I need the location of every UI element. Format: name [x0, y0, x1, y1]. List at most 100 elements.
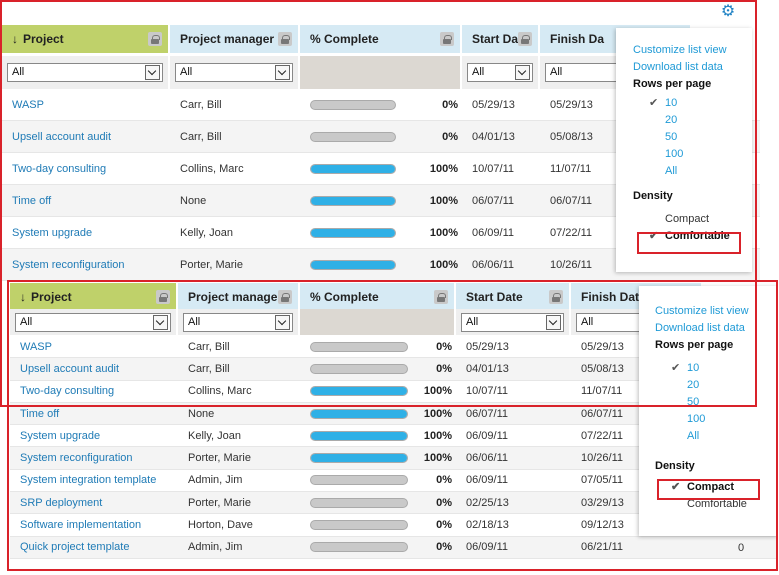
project-manager: Kelly, Joan: [180, 226, 233, 239]
rows-option-20[interactable]: 20: [655, 377, 778, 394]
project-name-link[interactable]: Upsell account audit: [2, 121, 170, 152]
column-header-manager[interactable]: Project manager: [178, 283, 298, 310]
column-header-label: % Complete: [310, 289, 379, 304]
chevron-down-icon[interactable]: [546, 314, 561, 330]
percent-complete: 100%: [300, 381, 456, 402]
lock-icon[interactable]: [148, 32, 162, 46]
percent-complete: 100%: [300, 447, 456, 468]
project-name-link[interactable]: Two-day consulting: [10, 381, 178, 402]
project-name-link[interactable]: Two-day consulting: [2, 153, 170, 184]
project-name-link[interactable]: Quick project template: [10, 537, 178, 558]
filter-row: All All All All: [2, 56, 692, 89]
project-name-link[interactable]: SRP deployment: [10, 492, 178, 513]
chevron-down-icon[interactable]: [275, 314, 290, 330]
filter-value: All: [20, 315, 33, 328]
project-name-link[interactable]: System reconfiguration: [10, 447, 178, 468]
filter-manager-select[interactable]: All: [183, 312, 293, 332]
rows-option-20[interactable]: 20: [633, 112, 752, 129]
project-name-link[interactable]: System reconfiguration: [2, 249, 170, 280]
chevron-down-icon[interactable]: [145, 65, 160, 80]
rows-option-100[interactable]: 100: [655, 411, 778, 428]
project-manager: Carr, Bill: [188, 362, 230, 375]
rows-option-100[interactable]: 100: [633, 146, 752, 163]
project-name-link[interactable]: System upgrade: [2, 217, 170, 248]
filter-complete: [300, 56, 460, 89]
download-list-data-link[interactable]: Download list data: [655, 320, 778, 337]
filter-project: All: [2, 56, 168, 89]
project-manager: Porter, Marie: [188, 496, 251, 509]
lock-icon[interactable]: [549, 289, 563, 304]
percent-complete: 0%: [300, 492, 456, 513]
percent-value: 0%: [436, 541, 452, 554]
sort-arrow-icon: ↓: [20, 289, 26, 304]
column-header-start[interactable]: Start Date: [462, 25, 538, 53]
progress-fill: [311, 260, 395, 269]
progress-bar: [310, 430, 408, 441]
column-header-project[interactable]: ↓ Project: [2, 25, 168, 53]
project-name-link[interactable]: Time off: [2, 185, 170, 216]
filter-project-select[interactable]: All: [7, 63, 163, 82]
filter-start-select[interactable]: All: [461, 312, 564, 332]
density-option-compact[interactable]: Compact: [633, 211, 752, 228]
start-date: 06/06/11: [472, 258, 515, 271]
chevron-down-icon[interactable]: [275, 65, 290, 80]
customize-list-view-link[interactable]: Customize list view: [633, 42, 752, 59]
percent-value: 0%: [436, 496, 452, 509]
rows-option-50[interactable]: 50: [633, 129, 752, 146]
filter-value: All: [466, 315, 479, 328]
table-row: Quick project template Admin, Jim 0% 06/09/…: [10, 536, 778, 559]
lock-icon[interactable]: [440, 32, 454, 46]
list-options-menu: Customize list view Download list data R…: [616, 28, 752, 272]
download-list-data-link[interactable]: Download list data: [633, 59, 752, 76]
column-header-project[interactable]: ↓ Project: [10, 283, 176, 310]
rows-option-50[interactable]: 50: [655, 394, 778, 411]
project-manager: Carr, Bill: [180, 130, 222, 143]
lock-icon[interactable]: [434, 289, 448, 304]
percent-value: 100%: [429, 162, 458, 175]
lock-icon[interactable]: [278, 32, 292, 46]
density-heading: Density: [633, 190, 673, 202]
column-header-start[interactable]: Start Date: [456, 283, 569, 310]
project-name-link[interactable]: Upsell account audit: [10, 358, 178, 379]
percent-complete: 0%: [300, 514, 456, 535]
progress-bar: [310, 453, 408, 464]
project-name-link[interactable]: Time off: [10, 403, 178, 424]
chevron-down-icon[interactable]: [153, 314, 168, 330]
rows-option-10[interactable]: ✔ 10: [633, 95, 752, 112]
project-manager: Carr, Bill: [180, 98, 222, 111]
filter-manager-select[interactable]: All: [175, 63, 293, 82]
check-icon: ✔: [649, 97, 659, 109]
lock-icon[interactable]: [278, 289, 292, 304]
start-date: 10/07/11: [466, 385, 509, 398]
start-date: 04/01/13: [472, 130, 515, 143]
project-name-link[interactable]: System integration template: [10, 470, 178, 491]
chevron-down-icon[interactable]: [515, 65, 530, 80]
gear-icon[interactable]: ⚙: [720, 4, 736, 20]
project-name-link[interactable]: WASP: [2, 89, 170, 120]
rows-option-all[interactable]: All: [655, 428, 778, 445]
column-header-complete[interactable]: % Complete: [300, 283, 454, 310]
customize-list-view-link[interactable]: Customize list view: [655, 303, 778, 320]
lock-icon[interactable]: [518, 32, 532, 46]
progress-fill: [311, 431, 407, 440]
project-name-link[interactable]: Software implementation: [10, 514, 178, 535]
rows-option-10[interactable]: ✔ 10: [655, 360, 778, 377]
lock-icon[interactable]: [156, 289, 170, 304]
percent-value: 0%: [442, 130, 458, 143]
project-manager: None: [180, 194, 207, 207]
filter-value: All: [550, 66, 563, 78]
filter-start-select[interactable]: All: [467, 63, 533, 82]
column-header-label: Finish Da: [550, 32, 605, 46]
progress-fill: [311, 228, 395, 237]
percent-value: 100%: [423, 385, 452, 398]
column-header-manager[interactable]: Project manager: [170, 25, 298, 53]
project-name-link[interactable]: System upgrade: [10, 425, 178, 446]
column-header-label: Project: [31, 289, 72, 304]
rows-option-all[interactable]: All: [633, 163, 752, 180]
row-extra-value: 0: [738, 541, 745, 554]
start-date: 05/29/13: [466, 340, 509, 353]
project-name-link[interactable]: WASP: [10, 336, 178, 357]
filter-project-select[interactable]: All: [15, 312, 171, 332]
percent-complete: 100%: [300, 249, 462, 280]
column-header-complete[interactable]: % Complete: [300, 25, 460, 53]
